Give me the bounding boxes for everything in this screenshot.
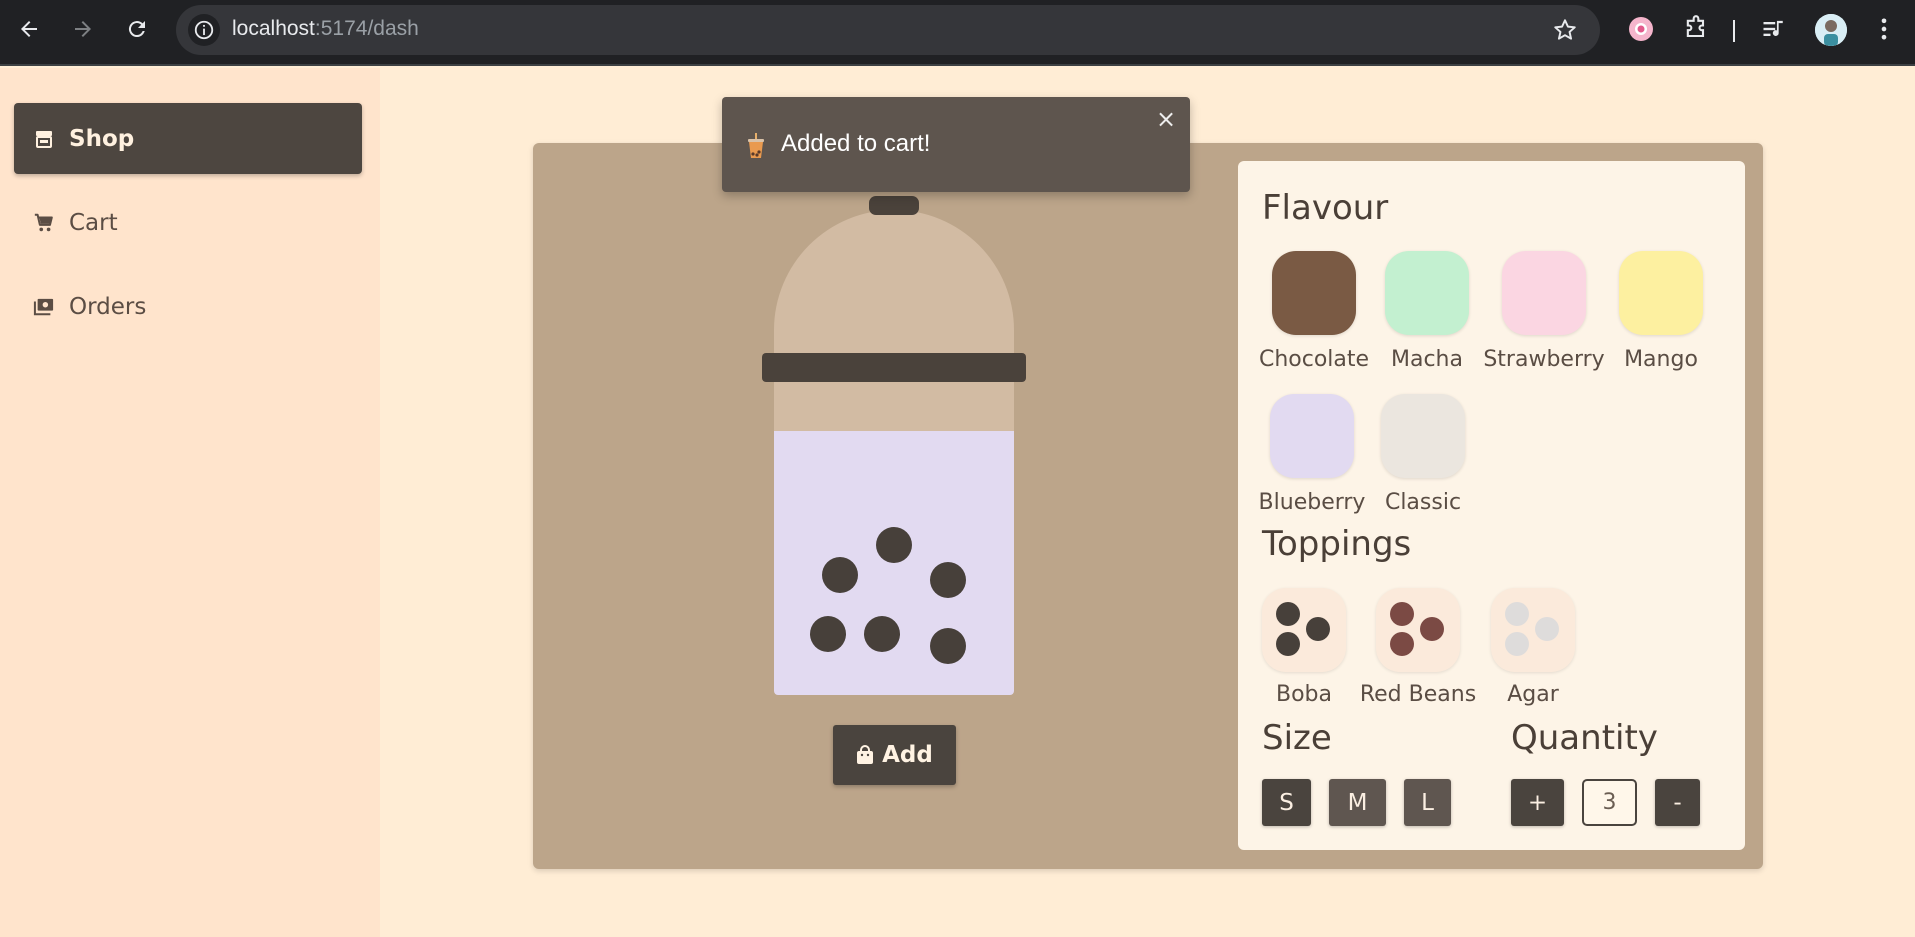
sidebar-item-label: Cart [69,209,118,236]
topping-dot [1390,632,1414,656]
url-path: :5174/dash [314,17,419,40]
topping-dot [1276,602,1300,626]
topping-label: Boba [1276,682,1332,707]
boba-pearl [810,616,846,652]
quantity-field[interactable]: 3 [1582,779,1637,826]
cart-icon [33,212,55,234]
store-icon [33,128,55,150]
topping-boba-swatch[interactable] [1262,588,1346,672]
flavour-chocolate-swatch[interactable] [1272,251,1356,335]
url-text: localhost:5174/dash [232,17,419,41]
extension-donut-icon[interactable] [1627,15,1655,43]
quantity-decrease-button[interactable]: - [1655,779,1700,826]
sidebar-item-shop[interactable]: Shop [14,103,362,174]
reload-button[interactable] [122,14,152,44]
url-host: localhost [232,17,315,40]
orders-icon [33,296,55,318]
forward-button[interactable] [68,14,98,44]
site-info-icon[interactable] [188,14,220,46]
flavour-label: Classic [1384,490,1462,515]
sidebar-item-cart[interactable]: Cart [14,187,362,258]
back-button[interactable] [14,14,44,44]
flavour-label: Chocolate [1258,347,1370,372]
forward-arrow-icon [75,21,91,37]
quantity-heading: Quantity [1511,718,1658,758]
flavour-heading: Flavour [1262,188,1389,228]
browser-toolbar: localhost:5174/dash [0,0,1915,66]
size-medium-button[interactable]: M [1329,779,1386,826]
close-icon[interactable]: × [1156,107,1176,131]
topping-red-beans-swatch[interactable] [1376,588,1460,672]
size-heading: Size [1262,718,1332,758]
avatar-icon [1815,14,1847,46]
menu-kebab-icon[interactable] [1870,15,1898,43]
cup-straw-cap [869,196,919,215]
topping-dot [1420,617,1444,641]
topping-dot [1505,632,1529,656]
flavour-blueberry-swatch[interactable] [1270,394,1354,478]
profile-avatar[interactable] [1815,14,1847,46]
flavour-classic-swatch[interactable] [1381,394,1465,478]
sidebar: Shop Cart Orders [0,68,380,937]
bookmark-star-icon[interactable] [1552,17,1578,43]
boba-pearl [822,557,858,593]
topping-label: Agar [1507,682,1559,707]
add-button-label: Add [882,742,933,768]
topping-dot [1535,617,1559,641]
size-small-button[interactable]: S [1262,779,1311,826]
reload-icon [128,21,145,38]
topping-dot [1276,632,1300,656]
topping-agar-swatch[interactable] [1491,588,1575,672]
sidebar-item-label: Orders [69,293,147,320]
flavour-macha-swatch[interactable] [1385,251,1469,335]
sidebar-item-orders[interactable]: Orders [14,271,362,342]
cup-drink [774,431,1014,695]
address-bar[interactable]: localhost:5174/dash [176,5,1600,55]
size-large-button[interactable]: L [1404,779,1451,826]
topping-label: Red Beans [1359,682,1477,707]
quantity-increase-button[interactable]: + [1511,779,1564,826]
flavour-label: Macha [1391,347,1463,372]
cart-toast: Added to cart! × [722,97,1190,192]
flavour-strawberry-swatch[interactable] [1502,251,1586,335]
bubble-tea-icon [748,133,764,158]
toolbar-divider [1733,20,1735,42]
cup-lid-rim [762,353,1026,382]
shopping-bag-icon [856,745,874,765]
boba-pearl [876,527,912,563]
sidebar-item-label: Shop [69,125,135,152]
add-to-cart-button[interactable]: Add [833,725,956,785]
flavour-mango-swatch[interactable] [1619,251,1703,335]
boba-pearl [864,616,900,652]
cup-dome [774,210,1014,431]
extensions-puzzle-icon[interactable] [1682,15,1710,43]
toppings-heading: Toppings [1262,524,1412,564]
flavour-label: Strawberry [1483,347,1605,372]
toast-message: Added to cart! [781,130,931,157]
back-arrow-icon [21,21,37,37]
media-control-icon[interactable] [1760,15,1788,43]
flavour-label: Mango [1624,347,1698,372]
topping-dot [1505,602,1529,626]
topping-dot [1390,602,1414,626]
topping-dot [1306,617,1330,641]
boba-pearl [930,628,966,664]
boba-pearl [930,562,966,598]
